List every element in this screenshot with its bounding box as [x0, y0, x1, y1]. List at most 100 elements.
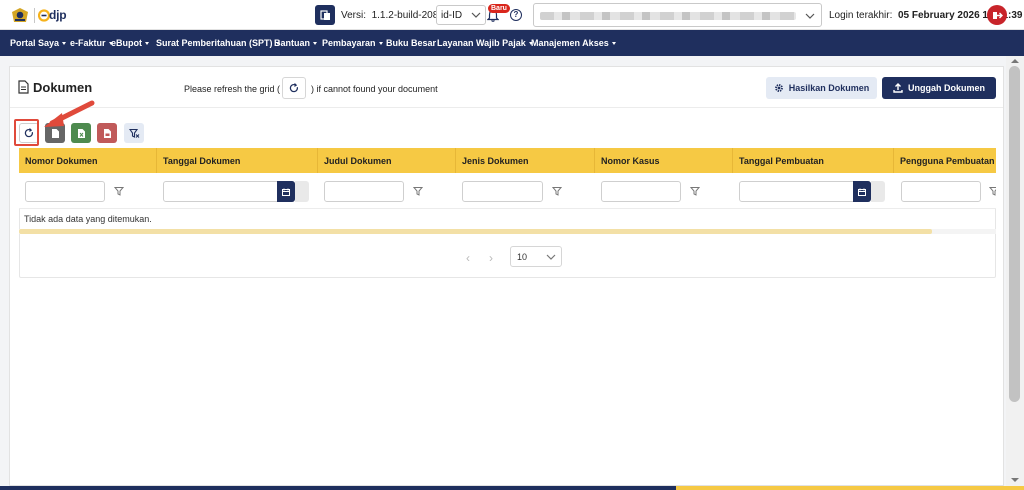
main-navigation: Portal Saya e-Faktur eBupot Surat Pember…: [0, 30, 1024, 56]
caret-down-icon: [62, 42, 67, 45]
grid-empty-message: Tidak ada data yang ditemukan.: [24, 214, 152, 224]
page-size-select[interactable]: 10: [510, 246, 562, 267]
nav-label: Pembayaran: [322, 38, 376, 48]
refresh-hint-text-end: ) if cannot found your document: [311, 84, 438, 94]
help-icon[interactable]: ?: [510, 9, 522, 21]
version-button[interactable]: [315, 5, 335, 25]
generate-document-button[interactable]: Hasilkan Dokumen: [766, 77, 877, 99]
annotation-arrow-icon: [44, 100, 95, 127]
scroll-down-icon[interactable]: [1011, 478, 1019, 482]
djp-logo-text: djp: [49, 8, 67, 22]
pager-next-icon[interactable]: ›: [489, 251, 493, 265]
version-label: Versi:: [341, 10, 367, 21]
document-title-icon: [18, 80, 29, 94]
grid-horizontal-scrollbar-thumb[interactable]: [19, 229, 932, 234]
nav-e-faktur[interactable]: e-Faktur: [70, 38, 113, 48]
column-header[interactable]: Tanggal Pembuatan: [733, 148, 894, 173]
filter-input-judul-dokumen[interactable]: [324, 181, 404, 202]
account-value-redacted: [540, 12, 796, 20]
nav-label: Layanan Wajib Pajak: [437, 38, 526, 48]
nav-bantuan[interactable]: Bantuan: [274, 38, 317, 48]
caret-down-icon: [313, 42, 317, 45]
nav-portal-saya[interactable]: Portal Saya: [10, 38, 67, 48]
account-select[interactable]: [533, 3, 822, 27]
top-bar: djp Versi: 1.1.2-build-2089 id-ID Baru ?…: [0, 0, 1024, 30]
filter-date-tanggal-pembuatan[interactable]: [739, 181, 871, 202]
calendar-button[interactable]: [853, 181, 871, 202]
page-title: Dokumen: [33, 80, 93, 95]
refresh-highlight-annotation: [14, 119, 39, 146]
excel-icon: [77, 128, 85, 138]
version-value: 1.1.2-build-2089: [371, 10, 444, 21]
nav-label: Manajemen Akses: [531, 38, 609, 48]
document-icon: [51, 128, 59, 138]
chevron-down-icon: [546, 254, 556, 260]
filter-operator-dropdown[interactable]: [295, 181, 309, 202]
logout-icon: [992, 11, 1003, 19]
filter-date-tanggal-dokumen[interactable]: [163, 181, 295, 202]
calendar-button[interactable]: [277, 181, 295, 202]
caret-down-icon: [611, 42, 616, 45]
column-header[interactable]: Judul Dokumen: [318, 148, 456, 173]
filter-input-nomor-kasus[interactable]: [601, 181, 681, 202]
nav-pembayaran[interactable]: Pembayaran: [322, 38, 383, 48]
logo-separator: [34, 8, 35, 23]
column-header[interactable]: Pengguna Pembuatan: [894, 148, 996, 173]
refresh-icon: [289, 83, 298, 93]
footer-strip: [0, 486, 676, 490]
clear-filter-icon: [128, 128, 139, 138]
filter-input-nomor-dokumen[interactable]: [25, 181, 105, 202]
column-header[interactable]: Tanggal Dokumen: [157, 148, 318, 173]
nav-buku-besar[interactable]: Buku Besar: [386, 38, 436, 48]
generate-document-label: Hasilkan Dokumen: [788, 83, 870, 93]
column-header[interactable]: Jenis Dokumen: [456, 148, 595, 173]
nav-label: Bantuan: [274, 38, 310, 48]
notification-badge: Baru: [488, 4, 510, 13]
page-scrollbar-thumb[interactable]: [1009, 66, 1020, 402]
language-select[interactable]: id-ID: [436, 5, 486, 25]
nav-label: Portal Saya: [10, 38, 60, 48]
page-size-value: 10: [517, 252, 528, 262]
nav-layanan-wajib-pajak[interactable]: Layanan Wajib Pajak: [437, 38, 533, 48]
filter-input-pengguna-pembuatan[interactable]: [901, 181, 981, 202]
filter-operator-dropdown[interactable]: [871, 181, 885, 202]
nav-label: eBupot: [111, 38, 142, 48]
emblem-icon: [12, 8, 28, 22]
nav-ebupot[interactable]: eBupot: [111, 38, 149, 48]
caret-down-icon: [378, 42, 383, 45]
chevron-down-icon: [805, 13, 815, 19]
logout-button[interactable]: [987, 5, 1007, 25]
refresh-hint-button[interactable]: [282, 77, 306, 99]
nav-spt[interactable]: Surat Pemberitahuan (SPT): [156, 38, 280, 48]
nav-label: e-Faktur: [70, 38, 106, 48]
gear-icon: [774, 84, 783, 92]
nav-label: Buku Besar: [386, 38, 437, 48]
refresh-hint-text: Please refresh the grid (: [184, 84, 281, 94]
last-login-label: Login terakhir:: [829, 10, 893, 21]
nav-label: Surat Pemberitahuan (SPT): [156, 38, 273, 48]
export-pdf-button[interactable]: [97, 123, 117, 143]
calendar-icon: [282, 188, 290, 196]
upload-icon: [893, 83, 903, 93]
filter-icon[interactable]: [552, 186, 562, 196]
filter-input-jenis-dokumen[interactable]: [462, 181, 543, 202]
filter-icon[interactable]: [690, 186, 700, 196]
upload-document-button[interactable]: Unggah Dokumen: [882, 77, 996, 99]
calendar-icon: [858, 188, 866, 196]
header-divider: [10, 107, 1003, 108]
filter-icon[interactable]: [989, 186, 996, 196]
clear-filter-button[interactable]: [124, 123, 144, 143]
caret-down-icon: [145, 42, 149, 45]
nav-manajemen-akses[interactable]: Manajemen Akses: [531, 38, 616, 48]
pager-previous-icon[interactable]: ‹: [466, 251, 470, 265]
grid-filter-row: [19, 173, 996, 209]
upload-document-label: Unggah Dokumen: [907, 83, 985, 93]
filter-icon[interactable]: [114, 186, 124, 196]
column-header[interactable]: Nomor Kasus: [595, 148, 733, 173]
chevron-down-icon: [471, 12, 481, 18]
grid-header: Nomor Dokumen Tanggal Dokumen Judul Doku…: [19, 148, 996, 173]
column-header[interactable]: Nomor Dokumen: [19, 148, 157, 173]
scroll-up-icon[interactable]: [1011, 59, 1019, 63]
version-icon: [319, 9, 330, 20]
filter-icon[interactable]: [413, 186, 423, 196]
